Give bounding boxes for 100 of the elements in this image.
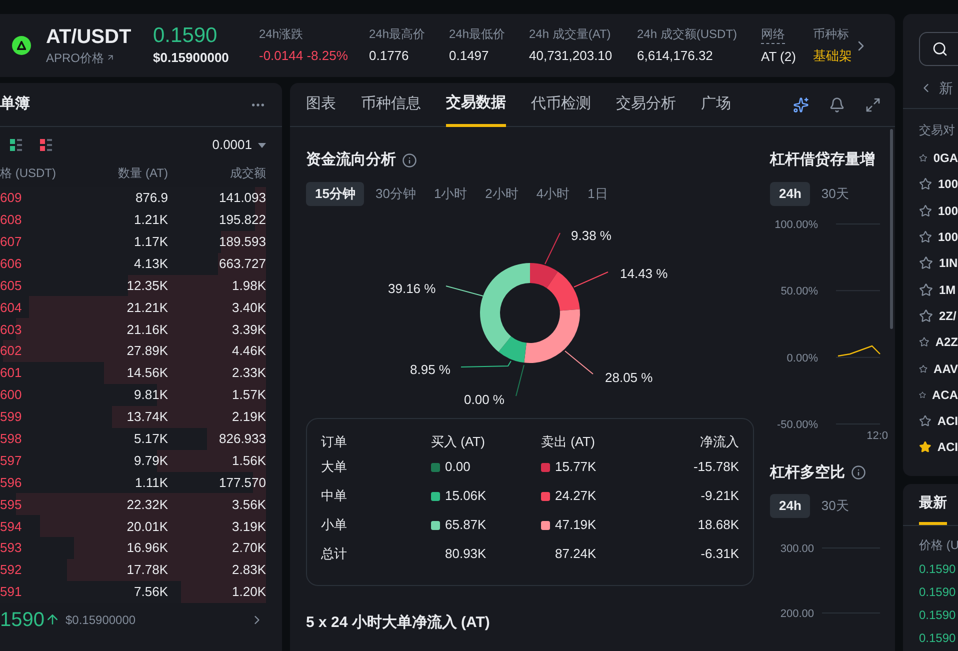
tab[interactable]: 交易分析 [616, 82, 676, 126]
favorite-star-icon[interactable] [919, 177, 932, 192]
ask-price[interactable]: 601 [0, 363, 70, 383]
period-tab[interactable]: 30天 [814, 494, 856, 518]
book-view-icon[interactable] [40, 139, 52, 151]
order-row[interactable]: 591 7.56K 1.20K [0, 581, 266, 603]
stat-value: 0.1497 [449, 47, 490, 66]
market-symbol[interactable]: 100 [938, 202, 958, 220]
favorite-star-icon[interactable] [919, 414, 932, 428]
order-row[interactable]: 605 12.35K 1.98K [0, 274, 266, 296]
tab[interactable]: 最新 [919, 484, 947, 525]
quantity: 20.01K [126, 518, 168, 536]
ask-price[interactable]: 603 [0, 320, 70, 340]
info-icon[interactable] [402, 152, 417, 168]
order-row[interactable]: 593 16.96K 2.70K [0, 537, 266, 560]
book-view-icon[interactable] [10, 139, 22, 151]
order-row[interactable]: 599 13.74K 2.19K [0, 406, 266, 428]
quantity: 9.81K [133, 386, 168, 404]
ask-price[interactable]: 599 [0, 407, 70, 427]
ask-price[interactable]: 595 [0, 494, 70, 514]
order-row[interactable]: 596 1.11K 177.570 [0, 472, 266, 494]
tab[interactable]: 图表 [306, 82, 336, 126]
scrollbar[interactable] [890, 129, 893, 329]
favorite-star-icon[interactable] [919, 440, 932, 454]
ask-price[interactable]: 608 [0, 210, 70, 230]
period-tab[interactable]: 2小时 [478, 182, 526, 206]
ask-price[interactable]: 606 [0, 254, 70, 274]
section-title: 杠杆借贷存量增 [770, 150, 876, 170]
order-row[interactable]: 604 21.21K 3.40K [0, 296, 266, 318]
market-symbol[interactable]: 1M [939, 280, 956, 299]
ask-price[interactable]: 591 [0, 582, 70, 602]
info-icon[interactable] [851, 465, 866, 480]
order-row[interactable]: 594 20.01K 3.19K [0, 515, 266, 538]
table-cell-text: 24.27K [555, 487, 596, 506]
ai-sparkle-icon[interactable] [793, 96, 809, 112]
order-row[interactable]: 592 17.78K 2.83K [0, 559, 266, 582]
order-row[interactable]: 595 22.32K 3.56K [0, 493, 266, 516]
order-row[interactable]: 608 1.21K 195.822 [0, 208, 266, 231]
market-symbol[interactable]: 100 [938, 228, 958, 246]
leader-line [460, 360, 512, 367]
ask-price[interactable]: 600 [0, 385, 70, 405]
period-tab[interactable]: 24h [770, 182, 810, 206]
order-row[interactable]: 609 876.9 141.093 [0, 187, 266, 209]
ask-price[interactable]: 598 [0, 428, 70, 448]
favorite-star-icon[interactable] [919, 256, 933, 270]
favorite-star-icon[interactable] [919, 308, 933, 323]
quantity: 12.35K [126, 276, 168, 295]
market-symbol[interactable]: 100 [938, 175, 958, 194]
order-row[interactable]: 598 5.17K 826.933 [0, 428, 266, 450]
period-tab[interactable]: 1日 [580, 182, 615, 206]
order-row[interactable]: 601 14.56K 2.33K [0, 362, 266, 384]
ask-price[interactable]: 602 [0, 341, 70, 361]
category-tab[interactable]: 新 [939, 78, 953, 98]
market-symbol[interactable]: ACA [932, 386, 958, 404]
ask-price[interactable]: 604 [0, 298, 70, 318]
ask-price[interactable]: 593 [0, 538, 70, 558]
tab[interactable]: 代币检测 [531, 82, 591, 126]
link[interactable]: APRO价格 [46, 48, 104, 66]
bell-icon[interactable] [829, 96, 845, 112]
tab[interactable]: 广场 [701, 82, 731, 126]
table-cell-text: -9.21K [700, 487, 739, 506]
market-symbol[interactable]: ACI [937, 412, 958, 430]
tab[interactable]: 交易数据 [446, 82, 506, 126]
period-tab[interactable]: 24h [770, 494, 810, 518]
period-tab[interactable]: 1小时 [426, 182, 474, 206]
quantity: 16.96K [126, 539, 168, 558]
favorite-star-icon[interactable] [919, 230, 932, 244]
amount: 3.56K [231, 496, 266, 514]
ask-price[interactable]: 607 [0, 232, 70, 252]
favorite-star-icon[interactable] [919, 282, 933, 297]
period-tab[interactable]: 30分钟 [368, 182, 423, 206]
order-row[interactable]: 602 27.89K 4.46K [0, 340, 266, 362]
expand-icon[interactable] [865, 96, 881, 112]
ask-price[interactable]: 592 [0, 560, 70, 580]
market-symbol[interactable]: ACI [937, 438, 958, 456]
axis-tick-label: 0.00% [786, 352, 818, 364]
market-symbol[interactable]: 1IN [939, 254, 958, 272]
ask-price[interactable]: 609 [0, 188, 70, 208]
period-tab[interactable]: 30天 [814, 182, 856, 206]
order-row[interactable]: 606 4.13K 663.727 [0, 252, 266, 275]
ask-price[interactable]: 596 [0, 472, 70, 492]
market-symbol[interactable]: A2Z [935, 333, 958, 352]
ask-price[interactable]: 605 [0, 276, 70, 296]
ask-price[interactable]: 597 [0, 450, 70, 470]
period-tab[interactable]: 4小时 [529, 182, 577, 206]
order-row[interactable]: 597 9.79K 1.56K [0, 450, 266, 472]
order-row[interactable]: 600 9.81K 1.57K [0, 384, 266, 406]
section-title: 5 x 24 小时大单净流入 (AT) [306, 612, 491, 632]
market-symbol[interactable]: 0GA [933, 149, 958, 168]
favorite-star-icon[interactable] [919, 335, 930, 350]
axis-tick-label: 300.00 [780, 543, 814, 555]
favorite-star-icon[interactable] [919, 204, 932, 218]
period-tab[interactable]: 15分钟 [306, 182, 364, 206]
order-row[interactable]: 603 21.16K 3.39K [0, 318, 266, 340]
ask-price[interactable]: 594 [0, 516, 70, 536]
tab[interactable]: 币种信息 [361, 82, 421, 126]
market-symbol[interactable]: 2Z/ [939, 306, 956, 325]
precision-dropdown[interactable]: 0.0001 [212, 135, 266, 155]
order-row[interactable]: 607 1.17K 189.593 [0, 230, 266, 253]
market-symbol[interactable]: AAV [934, 360, 958, 378]
